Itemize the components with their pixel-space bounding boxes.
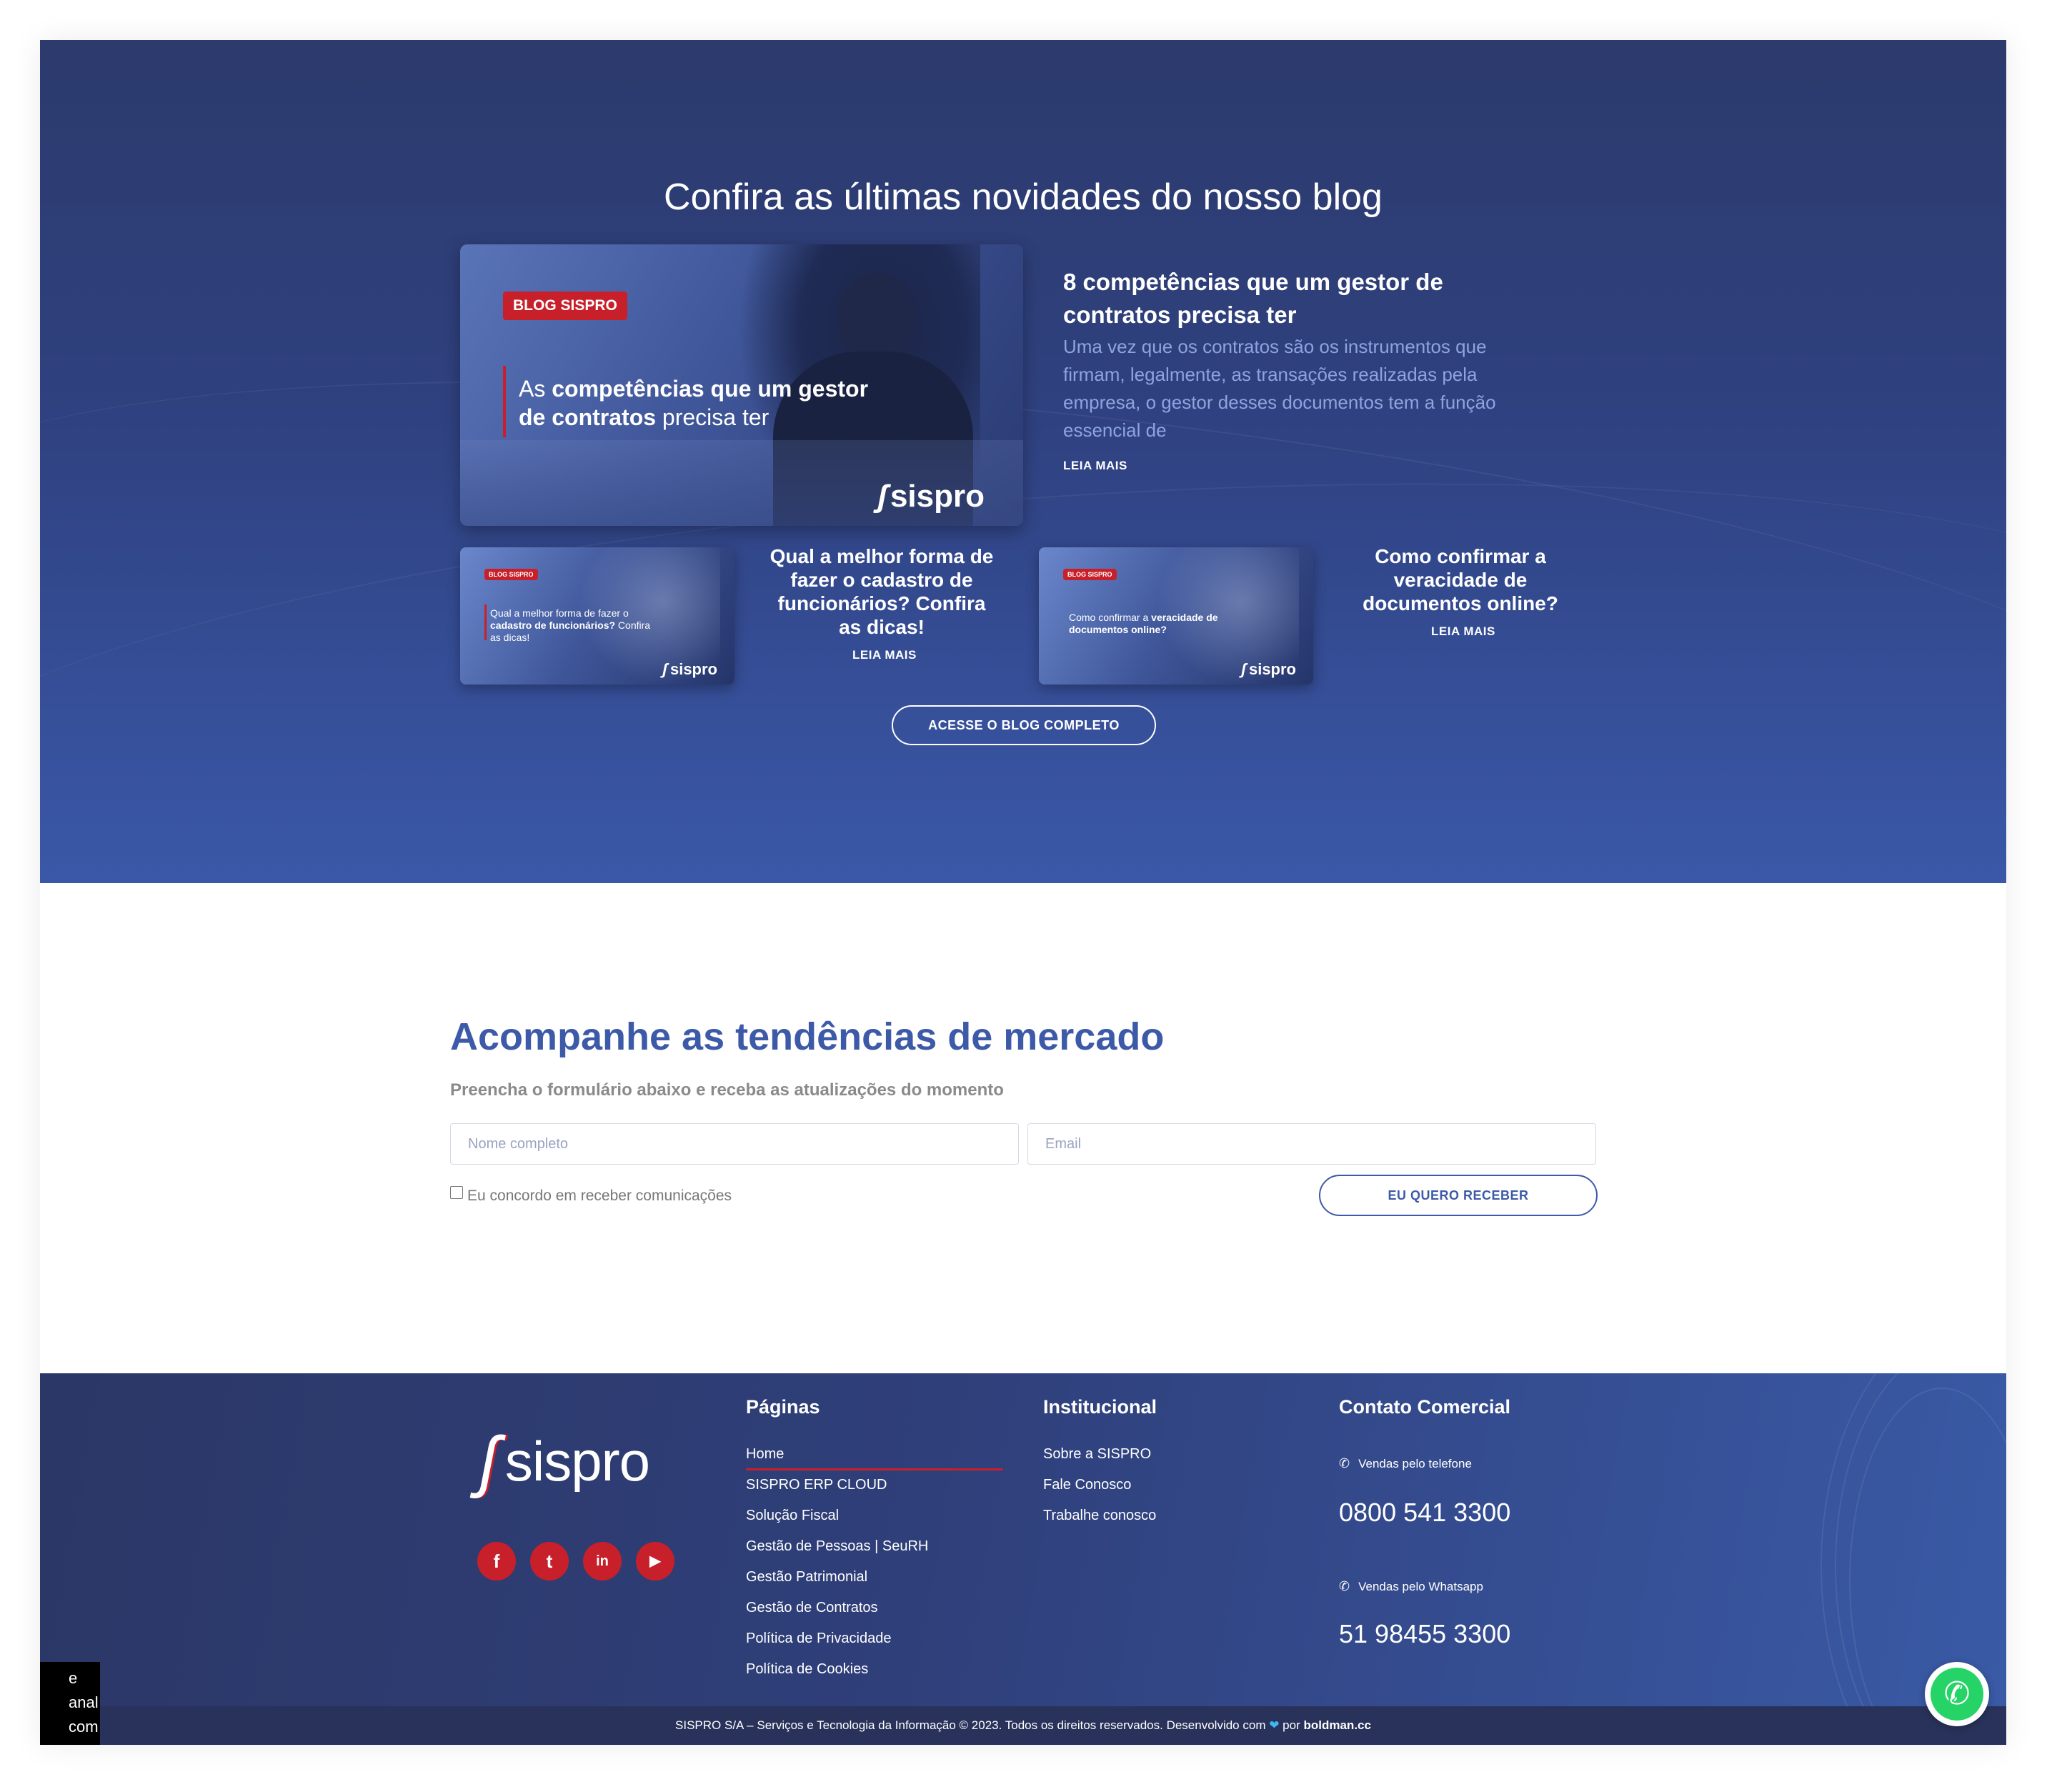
- phone-icon: ✆: [1339, 1456, 1350, 1470]
- phone-number[interactable]: 0800 541 3300: [1339, 1498, 1510, 1528]
- whatsapp-number[interactable]: 51 98455 3300: [1339, 1619, 1510, 1649]
- contact-heading: Contato Comercial: [1339, 1396, 1511, 1418]
- post-thumbnail[interactable]: BLOG SISPRO Como confirmar a veracidade …: [1039, 547, 1313, 685]
- featured-post-excerpt: Uma vez que os contratos são os instrume…: [1063, 336, 1496, 441]
- active-link-underline: [746, 1468, 1003, 1470]
- heart-icon: ❤: [1269, 1718, 1280, 1732]
- footer-link-gestao-pessoas[interactable]: Gestão de Pessoas | SeuRH: [746, 1537, 928, 1568]
- sispro-logo: ʃ sispro: [662, 660, 717, 678]
- cookie-overlay-fragment: e anal com: [40, 1662, 100, 1745]
- blog-section-title: Confira as últimas novidades do nosso bl…: [664, 176, 1383, 218]
- institutional-heading: Institucional: [1043, 1396, 1157, 1418]
- newsletter-title: Acompanhe as tendências de mercado: [450, 1015, 1165, 1058]
- whatsapp-sales-label: ✆ Vendas pelo Whatsapp: [1339, 1579, 1483, 1593]
- newsletter-subtitle: Preencha o formulário abaixo e receba as…: [450, 1080, 1004, 1100]
- footer-link-gestao-patrimonial[interactable]: Gestão Patrimonial: [746, 1568, 928, 1598]
- facebook-icon[interactable]: f: [477, 1542, 516, 1581]
- footer-link-home[interactable]: Home: [746, 1445, 928, 1475]
- footer-link-erp-cloud[interactable]: SISPRO ERP CLOUD: [746, 1475, 928, 1506]
- linkedin-icon[interactable]: in: [583, 1542, 622, 1581]
- youtube-icon[interactable]: ▶: [636, 1542, 674, 1581]
- footer-link-privacidade[interactable]: Política de Privacidade: [746, 1629, 928, 1660]
- blog-badge: BLOG SISPRO: [503, 292, 627, 320]
- page: Confira as últimas novidades do nosso bl…: [40, 40, 2006, 1745]
- pages-list: Home SISPRO ERP CLOUD Solução Fiscal Ges…: [746, 1445, 928, 1691]
- copyright-bar: SISPRO S/A – Serviços e Tecnologia da In…: [40, 1706, 2006, 1745]
- footer-link-solucao-fiscal[interactable]: Solução Fiscal: [746, 1506, 928, 1537]
- footer-link-cookies[interactable]: Política de Cookies: [746, 1660, 928, 1691]
- footer-link-fale-conosco[interactable]: Fale Conosco: [1043, 1475, 1156, 1506]
- footer-link-sobre[interactable]: Sobre a SISPRO: [1043, 1445, 1156, 1475]
- footer-link-gestao-contratos[interactable]: Gestão de Contratos: [746, 1598, 928, 1629]
- phone-icon: ✆: [1339, 1579, 1350, 1593]
- whatsapp-icon: ✆: [1931, 1668, 1983, 1721]
- footer-link-trabalhe[interactable]: Trabalhe conosco: [1043, 1506, 1156, 1537]
- phone-sales-label: ✆ Vendas pelo telefone: [1339, 1456, 1472, 1470]
- developer-link[interactable]: boldman.cc: [1303, 1718, 1370, 1732]
- read-more-link[interactable]: LEIA MAIS: [852, 648, 917, 662]
- email-input[interactable]: [1027, 1123, 1596, 1165]
- read-more-link[interactable]: LEIA MAIS: [1431, 624, 1495, 639]
- full-blog-button[interactable]: ACESSE O BLOG COMPLETO: [892, 705, 1156, 745]
- footer: ʃ sispro f t in ▶ Páginas Home SISPRO ERP…: [40, 1373, 2006, 1745]
- post-title[interactable]: Qual a melhor forma de fazer o cadastro …: [767, 544, 996, 639]
- consent-label: Eu concordo em receber comunicações: [467, 1188, 732, 1204]
- subscribe-button[interactable]: EU QUERO RECEBER: [1319, 1175, 1598, 1216]
- featured-read-more-link[interactable]: LEIA MAIS: [1063, 459, 1127, 473]
- name-input[interactable]: [450, 1123, 1019, 1165]
- blog-badge: BLOG SISPRO: [484, 569, 538, 580]
- thumbnail-caption: Como confirmar a veracidade de documento…: [1069, 612, 1218, 635]
- sispro-logo: ʃ sispro: [1240, 660, 1296, 678]
- post-thumbnail[interactable]: BLOG SISPRO Qual a melhor forma de fazer…: [460, 547, 734, 685]
- sispro-logo: ʃ sispro: [877, 479, 985, 514]
- consent-checkbox[interactable]: [450, 1186, 463, 1199]
- pages-heading: Páginas: [746, 1396, 820, 1418]
- institutional-list: Sobre a SISPRO Fale Conosco Trabalhe con…: [1043, 1445, 1156, 1537]
- blog-badge: BLOG SISPRO: [1063, 569, 1117, 580]
- whatsapp-float-button[interactable]: ✆: [1925, 1662, 1989, 1726]
- footer-logo[interactable]: ʃ sispro: [479, 1422, 650, 1500]
- thumbnail-caption: Qual a melhor forma de fazer o cadastro …: [490, 607, 651, 643]
- blog-section: Confira as últimas novidades do nosso bl…: [40, 40, 2006, 883]
- post-title[interactable]: Como confirmar a veracidade de documento…: [1346, 544, 1575, 615]
- twitter-icon[interactable]: t: [530, 1542, 569, 1581]
- featured-post-image[interactable]: BLOG SISPRO As competências que um gesto…: [460, 244, 1023, 526]
- featured-image-caption: As competências que um gestor de contrat…: [519, 376, 869, 430]
- featured-post-title[interactable]: 8 competências que um gestor de contrato…: [1063, 266, 1520, 332]
